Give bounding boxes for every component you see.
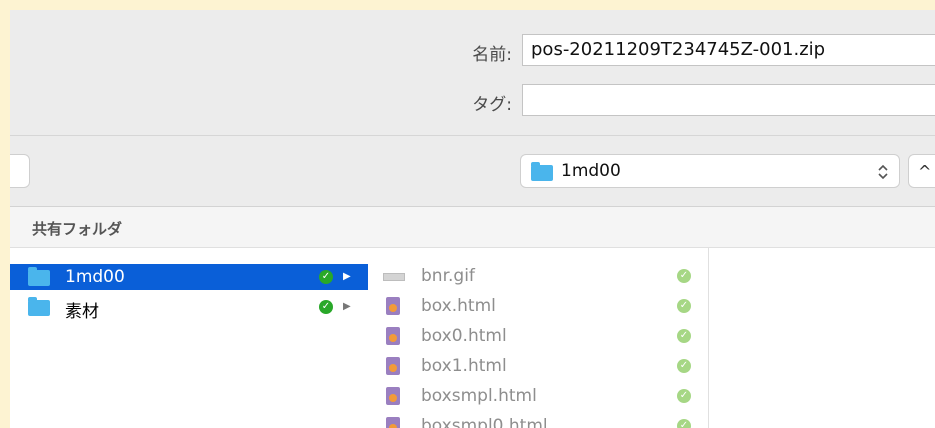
tags-input[interactable]: [522, 84, 935, 116]
file-column: bnr.gif ✓ box.html ✓ box0.html ✓ box1.ht…: [368, 248, 709, 428]
chevron-up-icon: ^: [918, 162, 932, 181]
html-file-icon: [386, 297, 400, 315]
file-name: boxsmpl.html: [421, 386, 537, 406]
html-file-icon: [386, 387, 400, 405]
sidebar-section-header: 共有フォルダ: [10, 207, 935, 248]
file-item[interactable]: bnr.gif ✓: [368, 261, 708, 291]
folder-column: 1md00 ✓ ▶ 素材 ✓ ▶: [10, 248, 369, 428]
folder-item-1md00[interactable]: 1md00 ✓ ▶: [10, 264, 368, 290]
html-file-icon: [386, 327, 400, 345]
navigation-toolbar: 1md00 ^: [10, 136, 935, 207]
file-browser: 共有フォルダ 1md00 ✓ ▶ 素材 ✓ ▶ bnr.gif ✓ box.ht…: [10, 207, 935, 428]
synced-check-icon: ✓: [677, 269, 691, 283]
synced-check-icon: ✓: [677, 419, 691, 428]
shared-folder-label: 共有フォルダ: [32, 220, 123, 238]
disclosure-arrow-icon: ▶: [343, 301, 351, 312]
synced-check-icon: ✓: [677, 299, 691, 313]
file-name: bnr.gif: [421, 266, 475, 286]
html-file-icon: [386, 417, 400, 428]
folder-label: 1md00: [65, 267, 125, 287]
disclosure-arrow-icon: ▶: [343, 271, 351, 282]
synced-check-icon: ✓: [319, 300, 333, 314]
folder-icon: [28, 297, 50, 316]
file-name: boxsmpl0.html: [421, 416, 548, 428]
folder-icon: [28, 267, 50, 286]
file-item[interactable]: box1.html ✓: [368, 351, 708, 381]
file-item[interactable]: box.html ✓: [368, 291, 708, 321]
file-name: box.html: [421, 296, 496, 316]
synced-check-icon: ✓: [677, 329, 691, 343]
file-item[interactable]: boxsmpl0.html ✓: [368, 411, 708, 428]
synced-check-icon: ✓: [677, 389, 691, 403]
save-fields-area: 名前: pos-20211209T234745Z-001.zip タグ:: [10, 10, 935, 136]
gif-file-icon: [383, 273, 405, 281]
file-name: box0.html: [421, 326, 507, 346]
expand-collapse-button[interactable]: ^: [908, 154, 935, 188]
file-item[interactable]: box0.html ✓: [368, 321, 708, 351]
file-item[interactable]: boxsmpl.html ✓: [368, 381, 708, 411]
filename-value: pos-20211209T234745Z-001.zip: [531, 39, 826, 60]
folder-icon: [531, 162, 553, 181]
save-dialog: 名前: pos-20211209T234745Z-001.zip タグ: 1md…: [10, 10, 935, 428]
synced-check-icon: ✓: [677, 359, 691, 373]
view-toggle-button[interactable]: [10, 154, 30, 188]
folder-item-sozai[interactable]: 素材 ✓ ▶: [10, 294, 368, 322]
location-popup[interactable]: 1md00: [520, 154, 900, 188]
name-label: 名前:: [472, 45, 512, 65]
filename-input[interactable]: pos-20211209T234745Z-001.zip: [522, 34, 935, 66]
synced-check-icon: ✓: [319, 270, 333, 284]
updown-chevron-icon: [878, 164, 888, 180]
html-file-icon: [386, 357, 400, 375]
location-value: 1md00: [561, 161, 621, 181]
tags-label: タグ:: [472, 95, 512, 115]
file-name: box1.html: [421, 356, 507, 376]
folder-label: 素材: [65, 302, 99, 322]
